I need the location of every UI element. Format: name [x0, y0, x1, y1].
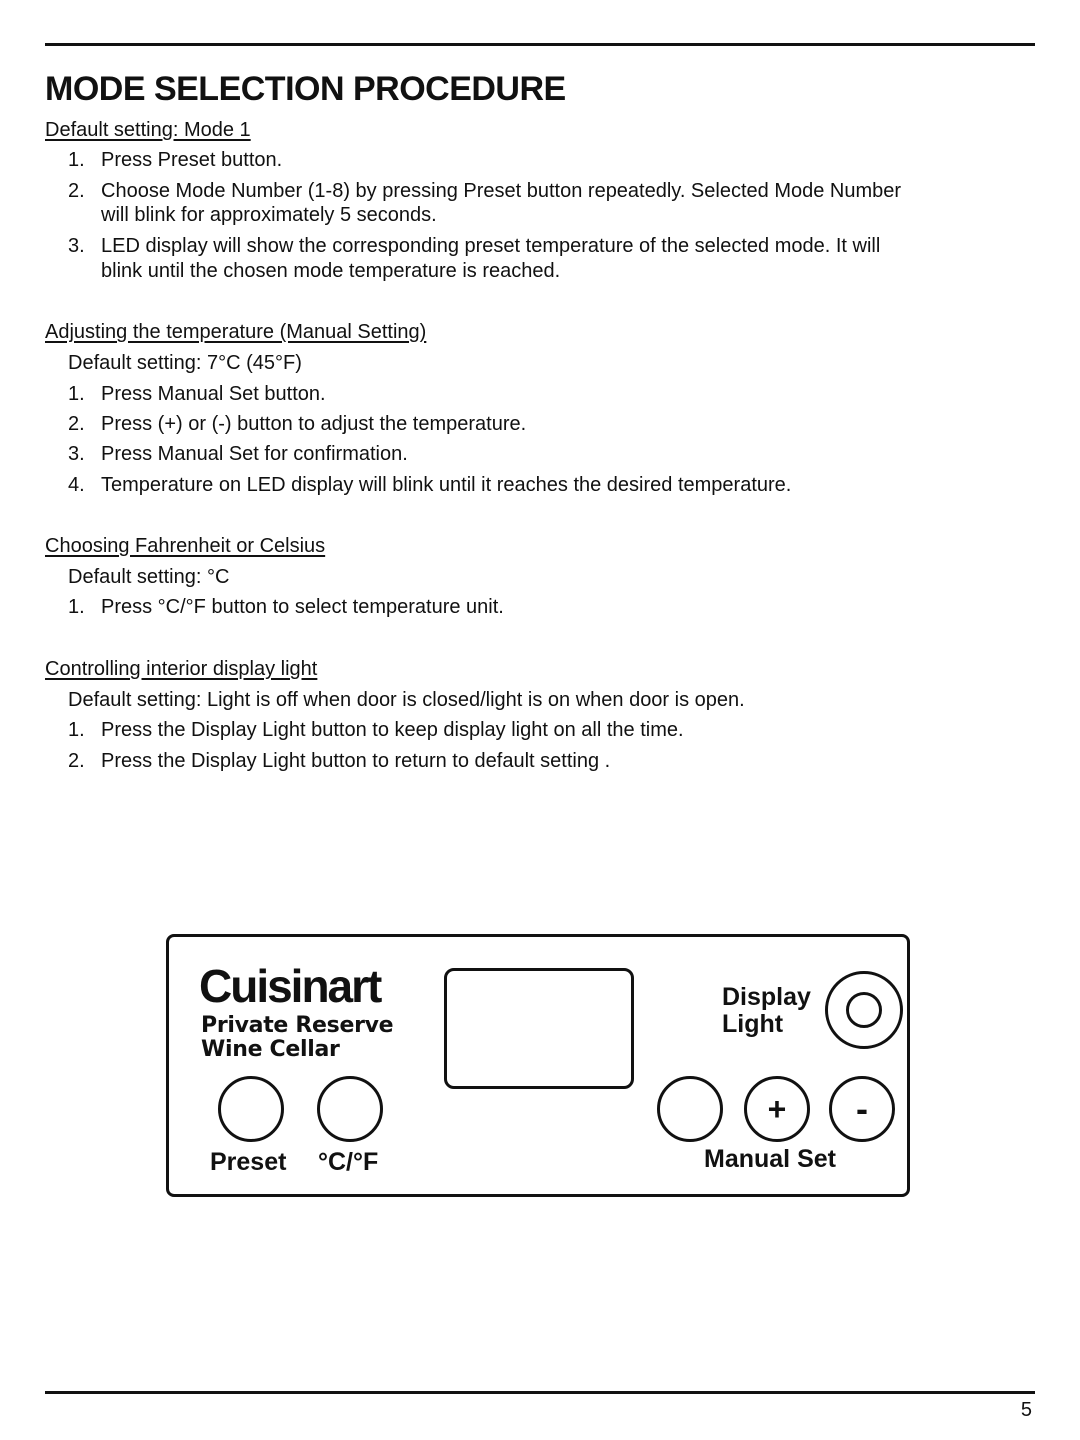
step-text-cont: will blink for approximately 5 seconds. [101, 204, 437, 226]
display-light-label-line1: Display [722, 983, 811, 1011]
step-text: Temperature on LED display will blink un… [101, 474, 792, 496]
step-number: 1. [68, 149, 85, 171]
default-setting: Default setting: °C [68, 566, 230, 588]
page-title: MODE SELECTION PROCEDURE [45, 70, 566, 108]
led-display [444, 968, 634, 1089]
step-text: Choose Mode Number (1-8) by pressing Pre… [101, 180, 902, 202]
step-text: Press (+) or (-) button to adjust the te… [101, 413, 527, 435]
section-heading-manual: Adjusting the temperature (Manual Settin… [45, 321, 427, 343]
manual-set-button[interactable] [657, 1076, 723, 1142]
step-number: 2. [68, 750, 85, 772]
light-ring-icon [846, 992, 882, 1028]
product-name-line1: Private Reserve [201, 1013, 394, 1038]
manual-set-label: Manual Set [704, 1145, 836, 1173]
step-number: 3. [68, 443, 85, 465]
section-heading-mode: Default setting: Mode 1 [45, 119, 251, 141]
step-number: 3. [68, 235, 85, 257]
step-text: Press Preset button. [101, 149, 283, 171]
preset-label: Preset [210, 1148, 287, 1176]
unit-label: °C/°F [318, 1148, 379, 1176]
step-number: 2. [68, 180, 85, 202]
step-text: Press °C/°F button to select temperature… [101, 596, 504, 618]
plus-icon: + [767, 1090, 787, 1127]
minus-icon: - [856, 1088, 868, 1129]
default-setting: Default setting: Light is off when door … [68, 689, 745, 711]
display-light-label-line2: Light [722, 1010, 784, 1038]
step-number: 1. [68, 596, 85, 618]
top-rule [45, 43, 1035, 46]
decrease-button[interactable]: - [829, 1076, 895, 1142]
step-text: Press the Display Light button to keep d… [101, 719, 684, 741]
default-setting: Default setting: 7°C (45°F) [68, 352, 302, 374]
step-number: 1. [68, 383, 85, 405]
display-light-button[interactable] [825, 971, 903, 1049]
preset-button[interactable] [218, 1076, 284, 1142]
unit-toggle-button[interactable] [317, 1076, 383, 1142]
step-text: Press Manual Set button. [101, 383, 326, 405]
product-name-line2: Wine Cellar [201, 1037, 340, 1062]
page-number: 5 [1020, 1399, 1032, 1421]
step-number: 2. [68, 413, 85, 435]
section-heading-light: Controlling interior display light [45, 658, 318, 680]
section-heading-units: Choosing Fahrenheit or Celsius [45, 535, 326, 557]
step-text: Press the Display Light button to return… [101, 750, 611, 772]
brand-logo: Cuisinart [199, 960, 382, 1012]
step-number: 1. [68, 719, 85, 741]
step-text: LED display will show the corresponding … [101, 235, 881, 257]
step-number: 4. [68, 474, 85, 496]
step-text-cont: blink until the chosen mode temperature … [101, 260, 561, 282]
step-text: Press Manual Set for confirmation. [101, 443, 408, 465]
increase-button[interactable]: + [744, 1076, 810, 1142]
bottom-rule [45, 1391, 1035, 1394]
